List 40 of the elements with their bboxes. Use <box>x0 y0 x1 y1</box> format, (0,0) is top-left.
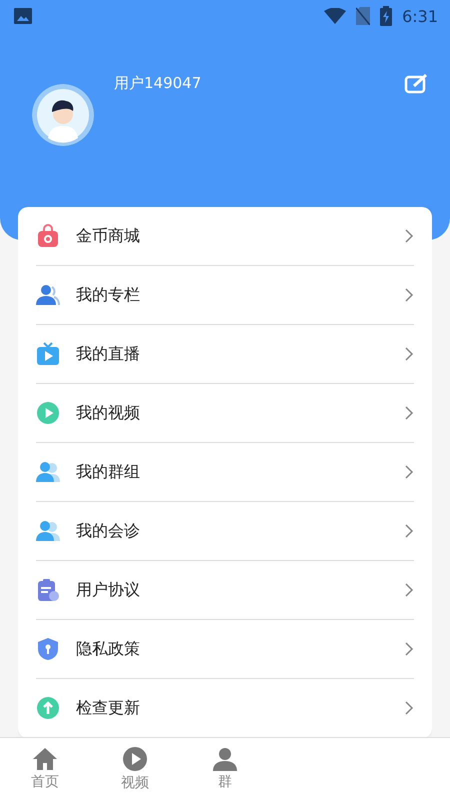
people-icon <box>36 520 60 542</box>
wifi-icon <box>324 8 346 24</box>
picture-icon <box>14 8 32 24</box>
menu-item[interactable]: 我的直播 <box>36 325 414 384</box>
chevron-right-icon <box>404 465 414 479</box>
person-icon <box>212 747 238 771</box>
nav-tab[interactable]: 首页 <box>0 738 90 800</box>
chevron-right-icon <box>404 701 414 715</box>
menu-item[interactable]: 我的视频 <box>36 384 414 443</box>
menu-item[interactable]: 我的群组 <box>36 443 414 502</box>
nav-tab[interactable]: 群 <box>180 738 270 800</box>
tv-play-icon <box>36 342 60 366</box>
avatar <box>32 84 94 146</box>
chevron-right-icon <box>404 524 414 538</box>
person-icon <box>36 284 60 306</box>
menu-item[interactable]: 金币商城 <box>36 207 414 266</box>
nav-tab[interactable]: 视频 <box>90 738 180 800</box>
shopping-bag-icon <box>37 224 59 248</box>
edit-icon[interactable] <box>404 74 430 94</box>
home-icon <box>32 747 58 771</box>
battery-charging-icon <box>380 6 392 26</box>
shield-icon <box>37 637 59 661</box>
status-time: 6:31 <box>402 6 438 26</box>
upload-icon <box>36 696 60 720</box>
chevron-right-icon <box>404 583 414 597</box>
menu-item[interactable]: 用户协议 <box>36 561 414 620</box>
chevron-right-icon <box>404 288 414 302</box>
menu-item[interactable]: 我的会诊 <box>36 502 414 561</box>
chevron-right-icon <box>404 229 414 243</box>
no-sim-icon <box>356 7 370 25</box>
chevron-right-icon <box>404 347 414 361</box>
clipboard-icon <box>36 578 60 602</box>
chevron-right-icon <box>404 406 414 420</box>
play-circle-icon <box>36 401 60 425</box>
menu-item[interactable]: 我的专栏 <box>36 266 414 325</box>
username: 用户149047 <box>114 74 202 93</box>
menu-item[interactable]: 隐私政策 <box>36 620 414 679</box>
chevron-right-icon <box>404 642 414 656</box>
people-icon <box>36 461 60 483</box>
play-circle-icon <box>122 746 148 772</box>
